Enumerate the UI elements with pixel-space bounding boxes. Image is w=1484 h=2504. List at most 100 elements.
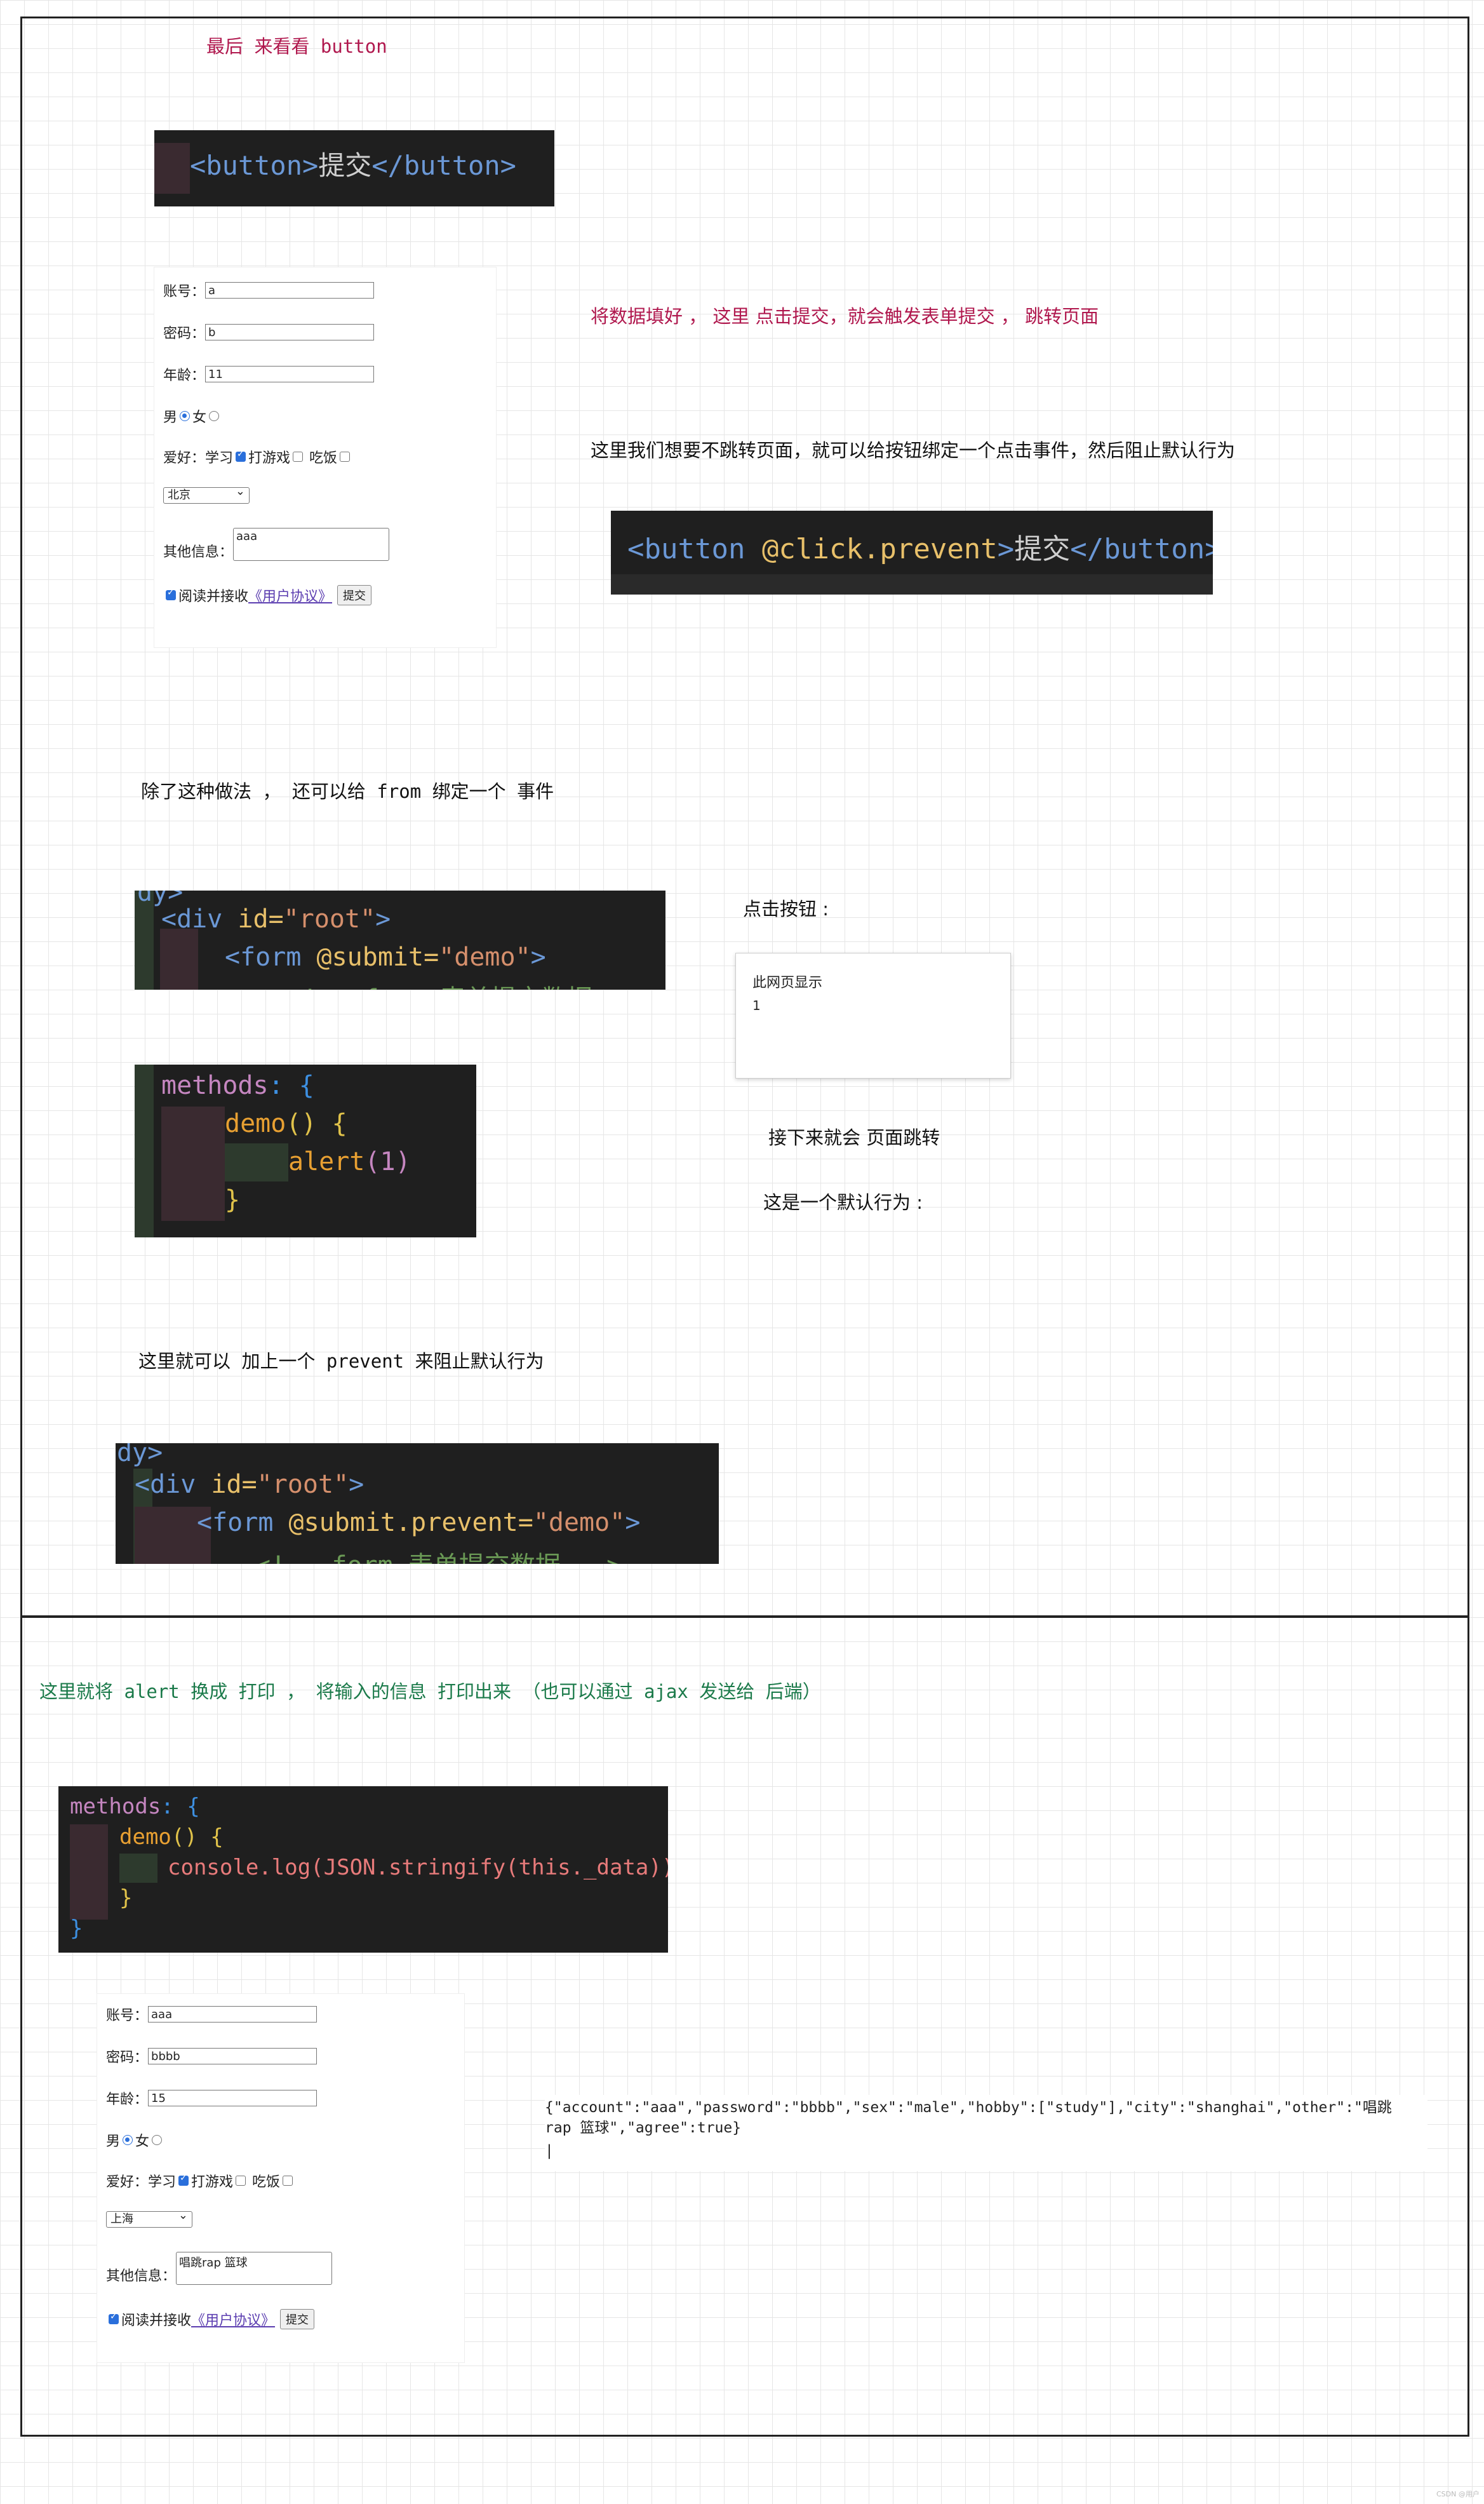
agree-text: 阅读并接收	[121, 2313, 192, 2329]
age-input[interactable]: 15	[148, 2090, 318, 2106]
male-label: 男	[106, 2134, 121, 2150]
male-radio[interactable]	[123, 2135, 133, 2145]
agree-checkbox[interactable]	[166, 588, 176, 600]
code-token: : {	[161, 1794, 200, 1819]
code-methods-alert: methods: { demo() { alert(1) }	[135, 1065, 476, 1237]
submit-button[interactable]: 提交	[280, 2309, 315, 2329]
code-token: () {	[286, 1109, 347, 1138]
submit-button[interactable]: 提交	[337, 585, 372, 605]
hobby-eat-checkbox[interactable]	[340, 452, 351, 462]
note-console-log: 这里就将 alert 换成 打印 ， 将输入的信息 打印出来 （也可以通过 aj…	[39, 1681, 821, 1702]
code-token: </button>	[371, 150, 516, 181]
code-token: "root"	[257, 1470, 349, 1499]
code-token: <button	[627, 533, 762, 565]
city-select[interactable]: 上海	[106, 2208, 192, 2228]
account-input[interactable]: a	[205, 282, 375, 299]
dialog-title: 此网页显示	[752, 975, 823, 991]
female-radio[interactable]	[209, 411, 220, 421]
code-token: </button>	[1070, 533, 1213, 565]
code-token: 提交	[1014, 533, 1071, 565]
hobby-eat-label: 吃饭	[309, 450, 338, 466]
code-token: (1)	[364, 1147, 411, 1176]
footer-watermark: CSDN @用户	[1436, 2490, 1480, 2498]
agree-checkbox[interactable]	[109, 2312, 119, 2324]
note-besides: 除了这种做法 ， 还可以给 from 绑定一个 事件	[141, 781, 554, 802]
password-input[interactable]: b	[205, 324, 375, 340]
hobby-game-label: 打游戏	[191, 2174, 234, 2190]
code-token: console.log(JSON.stringify(this._data))	[168, 1855, 668, 1880]
code-token: }	[225, 1185, 241, 1215]
account-label: 账号：	[106, 2008, 149, 2024]
age-label: 年龄：	[163, 368, 206, 384]
code-token: @submit=	[316, 943, 439, 972]
note-add-prevent: 这里就可以 加上一个 prevent 来阻止默认行为	[138, 1350, 544, 1372]
code-token: () {	[171, 1824, 224, 1850]
other-textarea[interactable]: 唱跳rap 篮球	[176, 2252, 333, 2285]
code-token: >	[625, 1508, 641, 1537]
code-token: <div	[135, 1470, 211, 1499]
code-token: 提交	[318, 150, 372, 181]
code-token: <div	[161, 905, 238, 934]
hobby-eat-label: 吃饭	[252, 2174, 281, 2190]
hobby-study-checkbox[interactable]	[236, 449, 246, 462]
code-token: >	[997, 533, 1015, 565]
note-default-behavior: 这是一个默认行为 :	[763, 1192, 923, 1213]
note-then-jump: 接下来就会 页面跳转	[768, 1127, 940, 1148]
male-radio[interactable]	[180, 411, 191, 421]
account-input[interactable]: aaa	[148, 2006, 318, 2023]
code-token: >	[375, 905, 391, 934]
hobby-game-checkbox[interactable]	[293, 452, 304, 462]
dialog-message: 1	[752, 998, 761, 1013]
note-click-button: 点击按钮 :	[743, 898, 829, 920]
code-token: >	[349, 1470, 364, 1499]
code-token: <!-- form 表单提交数据 -->	[287, 978, 653, 990]
other-textarea[interactable]: aaa	[233, 528, 390, 561]
code-token: <form	[225, 943, 317, 972]
password-label: 密码：	[106, 2050, 149, 2066]
code-token: alert	[288, 1147, 365, 1176]
female-radio[interactable]	[152, 2135, 163, 2145]
city-select[interactable]: 北京	[163, 484, 250, 504]
code-token: <button>	[190, 150, 319, 181]
code-token: <form	[197, 1508, 289, 1537]
hobby-game-label: 打游戏	[248, 450, 291, 466]
code-token: : {	[268, 1071, 314, 1100]
note-fill-data: 将数据填好 ， 这里 点击提交，就会触发表单提交 ， 跳转页面	[591, 306, 1099, 327]
age-label: 年龄：	[106, 2092, 149, 2108]
hobby-study-checkbox[interactable]	[178, 2173, 189, 2186]
hobby-label: 爱好：学习	[106, 2174, 177, 2190]
code-token: dy>	[117, 1443, 163, 1467]
console-line: rap 篮球","agree":true}	[545, 2120, 742, 2136]
female-label: 女	[192, 410, 207, 426]
form-screenshot-2: 账号：aaa 密码：bbbb 年龄：15 男女 爱好：学习打游戏 吃饭 上海 其他…	[97, 1993, 465, 2363]
code-token: }	[119, 1885, 133, 1911]
code-submit-div: dy> <div id="root"> <form @submit="demo"…	[135, 891, 665, 990]
account-label: 账号：	[163, 284, 206, 300]
section-frame-top	[20, 17, 1469, 1617]
hobby-label: 爱好：学习	[163, 450, 234, 466]
age-input[interactable]: 11	[205, 366, 375, 382]
console-cursor: |	[545, 2143, 554, 2159]
alert-dialog: 此网页显示 1	[735, 953, 1011, 1079]
code-token: methods	[161, 1071, 269, 1100]
console-line: {"account":"aaa","password":"bbbb","sex"…	[545, 2099, 1392, 2116]
code-methods-log: methods: { demo() { console.log(JSON.str…	[58, 1786, 668, 1953]
hobby-eat-checkbox[interactable]	[283, 2176, 293, 2186]
code-token: demo	[225, 1109, 286, 1138]
other-label: 其他信息：	[106, 2268, 177, 2284]
code-token: >	[530, 943, 546, 972]
code-token: <!-- form 表单提交数据 -->	[255, 1545, 622, 1564]
agree-link[interactable]: 《用户协议》	[191, 2309, 275, 2329]
code-token: demo	[119, 1824, 171, 1850]
code-token: id=	[211, 1470, 257, 1499]
other-label: 其他信息：	[163, 544, 234, 560]
note-finally-button: 最后 来看看 button	[206, 36, 387, 57]
agree-link[interactable]: 《用户协议》	[248, 585, 332, 605]
password-input[interactable]: bbbb	[148, 2048, 318, 2064]
female-label: 女	[135, 2134, 150, 2150]
agree-text: 阅读并接收	[178, 589, 249, 605]
note-no-jump: 这里我们想要不跳转页面，就可以给按钮绑定一个点击事件，然后阻止默认行为	[591, 440, 1236, 461]
code-token: @submit.prevent=	[288, 1508, 533, 1537]
hobby-game-checkbox[interactable]	[236, 2176, 246, 2186]
form-screenshot-1: 账号：a 密码：b 年龄：11 男女 爱好：学习打游戏 吃饭 北京 其他信息：aa…	[154, 267, 497, 648]
